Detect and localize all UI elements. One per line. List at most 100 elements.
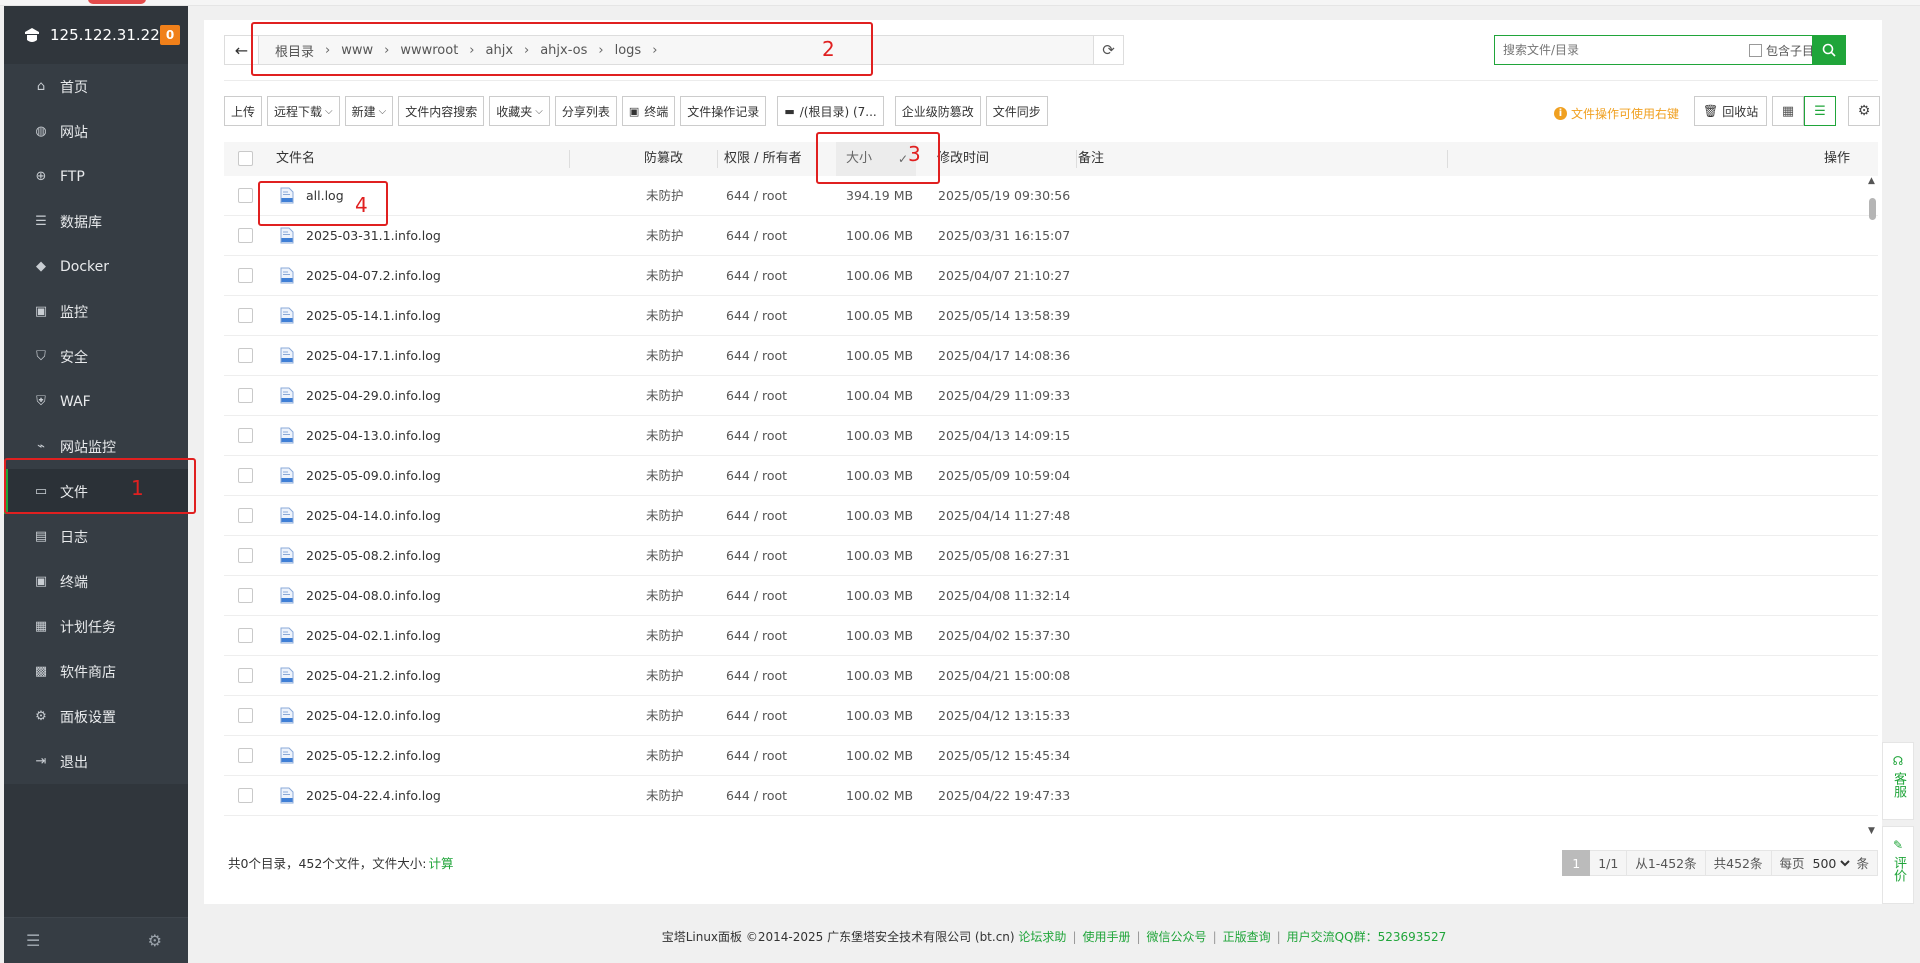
new-button[interactable]: 新建 ⌵ [344,96,394,126]
row-checkbox[interactable] [238,428,253,443]
sidebar-item[interactable]: ▣ 终端 [4,559,188,604]
disk-button[interactable]: ▬ /(根目录) (7... [777,96,884,126]
refresh-icon[interactable]: ⟳ [1093,36,1123,64]
select-all-checkbox[interactable] [238,151,253,166]
table-row[interactable]: 2025-04-22.4.info.log 未防护 644 / root 100.02… [224,776,1878,816]
permission[interactable]: 644 / root [726,776,787,816]
file-name[interactable]: 2025-05-09.0.info.log [306,456,441,496]
sidebar-item[interactable]: ◍ 网站 [4,109,188,154]
row-checkbox[interactable] [238,628,253,643]
permission[interactable]: 644 / root [726,296,787,336]
sidebar-item[interactable]: ⚙ 面板设置 [4,694,188,739]
footer-link[interactable]: 论坛求助 [1018,930,1066,944]
scroll-up-icon[interactable]: ▲ [1868,176,1875,186]
permission[interactable]: 644 / root [726,696,787,736]
sidebar-item[interactable]: ☰ 数据库 [4,199,188,244]
file-name[interactable]: 2025-04-13.0.info.log [306,416,441,456]
sidebar-item[interactable]: ⊕ FTP [4,154,188,199]
per-page-select[interactable]: 500 [1808,855,1853,872]
table-row[interactable]: 2025-04-02.1.info.log 未防护 644 / root 100.03… [224,616,1878,656]
file-name[interactable]: 2025-05-08.2.info.log [306,536,441,576]
theme-settings-icon[interactable]: ⚙ [148,931,162,950]
footer-link[interactable]: 微信公众号 [1147,930,1207,944]
terminal-button[interactable]: ▣ 终端 [621,96,676,126]
permission[interactable]: 644 / root [726,216,787,256]
permission[interactable]: 644 / root [726,336,787,376]
permission[interactable]: 644 / root [726,576,787,616]
row-checkbox[interactable] [238,348,253,363]
op-log-button[interactable]: 文件操作记录 [680,96,767,126]
permission[interactable]: 644 / root [726,256,787,296]
file-name[interactable]: 2025-04-29.0.info.log [306,376,441,416]
table-row[interactable]: all.log 未防护 644 / root 394.19 MB 2025/05/19 … [224,176,1878,216]
sidebar-item[interactable]: ▦ 计划任务 [4,604,188,649]
scroll-down-icon[interactable]: ▼ [1868,826,1875,836]
footer-link[interactable]: 使用手册 [1082,930,1130,944]
upload-button[interactable]: 上传 [224,96,263,126]
row-checkbox[interactable] [238,188,253,203]
permission[interactable]: 644 / root [726,496,787,536]
table-settings-gear-icon[interactable]: ⚙ [1848,96,1880,126]
file-name[interactable]: 2025-04-14.0.info.log [306,496,441,536]
footer-link[interactable]: 正版查询 [1223,930,1271,944]
customer-service-tab[interactable]: ☊ 客服 [1882,742,1914,820]
sidebar-item[interactable]: ⌂ 首页 [4,64,188,109]
table-row[interactable]: 2025-05-14.1.info.log 未防护 644 / root 100.05… [224,296,1878,336]
row-checkbox[interactable] [238,508,253,523]
recycle-bin-button[interactable]: 🗑 回收站 [1694,96,1768,126]
col-name-header[interactable]: 文件名 [276,142,570,176]
notice-count-badge[interactable]: 0 [160,25,180,45]
include-subdirs-checkbox[interactable] [1749,43,1762,57]
row-checkbox[interactable] [238,668,253,683]
table-scrollbar[interactable]: ▲ ▼ [1866,176,1878,836]
content-search-button[interactable]: 文件内容搜索 [398,96,485,126]
calc-size-link[interactable]: 计算 [429,856,454,871]
file-name[interactable]: 2025-04-02.1.info.log [306,616,441,656]
remote-download-button[interactable]: 远程下载 ⌵ [267,96,340,126]
tamper-proof-button[interactable]: 企业级防篡改 [894,96,981,126]
sidebar-item[interactable]: ⛉ 安全 [4,334,188,379]
page-current[interactable]: 1 [1562,850,1591,876]
permission[interactable]: 644 / root [726,536,787,576]
sidebar-item[interactable]: ▤ 日志 [4,514,188,559]
sidebar-item[interactable]: ⛨ WAF [4,379,188,424]
footer-link[interactable]: 用户交流QQ群：523693527 [1287,930,1447,944]
table-row[interactable]: 2025-04-14.0.info.log 未防护 644 / root 100.03… [224,496,1878,536]
search-button[interactable] [1812,35,1846,65]
file-name[interactable]: 2025-04-12.0.info.log [306,696,441,736]
table-row[interactable]: 2025-04-21.2.info.log 未防护 644 / root 100.03… [224,656,1878,696]
table-row[interactable]: 2025-05-09.0.info.log 未防护 644 / root 100.03… [224,456,1878,496]
file-name[interactable]: 2025-05-12.2.info.log [306,736,441,776]
grid-view-icon[interactable]: ▦ [1772,96,1804,126]
file-name[interactable]: 2025-04-08.0.info.log [306,576,441,616]
row-checkbox[interactable] [238,588,253,603]
table-row[interactable]: 2025-04-08.0.info.log 未防护 644 / root 100.03… [224,576,1878,616]
table-row[interactable]: 2025-04-12.0.info.log 未防护 644 / root 100.03… [224,696,1878,736]
search-input[interactable] [1495,36,1745,64]
file-name[interactable]: 2025-04-21.2.info.log [306,656,441,696]
row-checkbox[interactable] [238,388,253,403]
row-checkbox[interactable] [238,268,253,283]
row-checkbox[interactable] [238,748,253,763]
row-checkbox[interactable] [238,548,253,563]
col-mtime-header[interactable]: 修改时间 [937,142,1077,176]
file-sync-button[interactable]: 文件同步 [985,96,1048,126]
table-row[interactable]: 2025-05-12.2.info.log 未防护 644 / root 100.02… [224,736,1878,776]
table-row[interactable]: 2025-04-29.0.info.log 未防护 644 / root 100.04… [224,376,1878,416]
sidebar-item[interactable]: ▣ 监控 [4,289,188,334]
table-row[interactable]: 2025-04-17.1.info.log 未防护 644 / root 100.05… [224,336,1878,376]
favorites-button[interactable]: 收藏夹 ⌵ [489,96,550,126]
row-checkbox[interactable] [238,468,253,483]
sidebar-item[interactable]: ▩ 软件商店 [4,649,188,694]
sidebar-item[interactable]: ◆ Docker [4,244,188,289]
file-name[interactable]: 2025-04-07.2.info.log [306,256,441,296]
row-checkbox[interactable] [238,228,253,243]
file-name[interactable]: 2025-04-22.4.info.log [306,776,441,816]
table-row[interactable]: 2025-04-13.0.info.log 未防护 644 / root 100.03… [224,416,1878,456]
permission[interactable]: 644 / root [726,376,787,416]
permission[interactable]: 644 / root [726,616,787,656]
row-checkbox[interactable] [238,708,253,723]
table-row[interactable]: 2025-05-08.2.info.log 未防护 644 / root 100.03… [224,536,1878,576]
scroll-thumb[interactable] [1869,198,1876,220]
file-name[interactable]: 2025-05-14.1.info.log [306,296,441,336]
